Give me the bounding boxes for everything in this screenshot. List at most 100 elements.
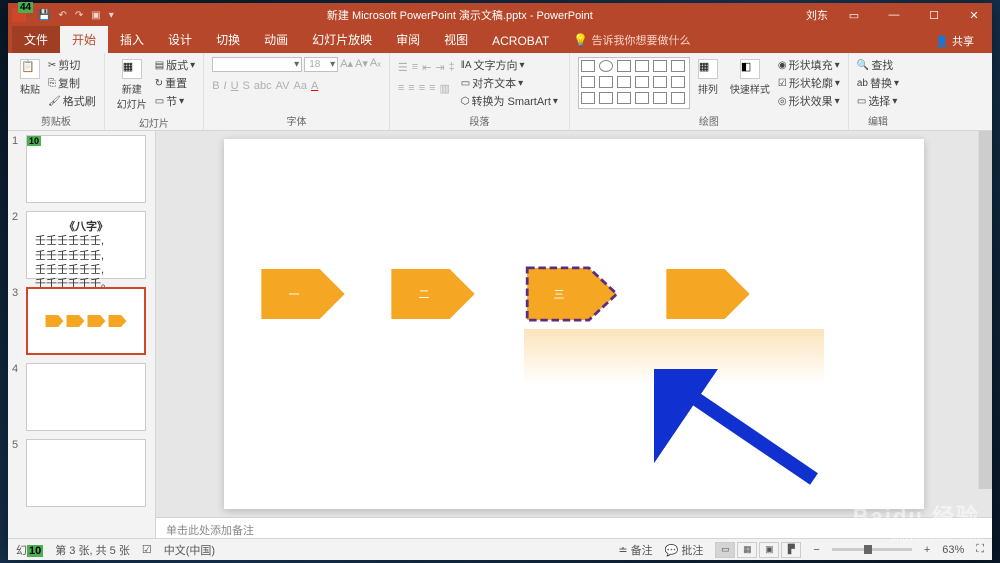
tab-acrobat[interactable]: ACROBAT (480, 29, 561, 53)
group-label: 段落 (398, 113, 561, 128)
slideshow-view-button[interactable]: ▛ (781, 542, 801, 558)
reset-button[interactable]: ↻ 重置 (155, 75, 195, 91)
undo-icon[interactable]: ↶ (58, 10, 66, 21)
zoom-in-button[interactable]: + (924, 544, 930, 556)
share-button[interactable]: 👤 共享 (927, 29, 982, 53)
underline-button[interactable]: U (231, 80, 239, 92)
comments-toggle[interactable]: 💬 批注 (665, 542, 704, 558)
zoom-slider[interactable] (832, 548, 912, 551)
tab-home[interactable]: 开始 (60, 26, 108, 53)
line-spacing-icon[interactable]: ‡ (449, 61, 455, 74)
slides-panel[interactable]: 1 10 2 《八字》 壬壬壬壬壬壬, 壬壬壬壬壬壬, 壬壬壬壬壬壬, 壬壬壬壬… (8, 131, 156, 538)
tab-transitions[interactable]: 切换 (204, 26, 252, 53)
shape-outline-button[interactable]: ☑ 形状轮廓 ▾ (778, 75, 840, 91)
layout-button[interactable]: ▤ 版式 ▾ (155, 57, 195, 73)
format-painter-button[interactable]: 🖌 格式刷 (48, 93, 96, 109)
spacing-button[interactable]: AV (276, 80, 290, 92)
slide-thumbnail-4[interactable] (26, 363, 146, 431)
shape-arrow-2[interactable] (389, 269, 477, 319)
font-size-combo[interactable]: 18 (304, 57, 338, 72)
arrange-button[interactable]: ▦排列 (694, 57, 722, 98)
redo-icon[interactable]: ↷ (75, 10, 83, 21)
align-right-icon[interactable]: ≡ (419, 82, 425, 95)
italic-button[interactable]: I (224, 80, 227, 92)
zoom-level[interactable]: 63% (942, 544, 964, 556)
zoom-out-button[interactable]: − (813, 544, 819, 556)
view-buttons: ▭ ▦ ▣ ▛ (715, 542, 801, 558)
user-name[interactable]: 刘东 (806, 7, 828, 23)
shapes-gallery[interactable] (578, 57, 690, 109)
normal-view-button[interactable]: ▭ (715, 542, 735, 558)
slide-canvas[interactable]: 一 二 三 (224, 139, 924, 509)
find-button[interactable]: 🔍 查找 (857, 57, 899, 73)
fit-window-button[interactable]: ⛶ (976, 543, 984, 556)
ribbon-options-icon[interactable]: ▭ (840, 5, 868, 25)
save-icon[interactable]: 💾 (38, 10, 50, 21)
tab-review[interactable]: 审阅 (384, 26, 432, 53)
section-button[interactable]: ▭ 节 ▾ (155, 93, 195, 109)
shape-arrow-1[interactable] (259, 269, 347, 319)
tab-design[interactable]: 设计 (156, 26, 204, 53)
thumb-number: 4 (12, 363, 22, 431)
copy-button[interactable]: ⎘ 复制 (48, 75, 96, 91)
notes-toggle[interactable]: ≐ 备注 (618, 542, 652, 558)
reading-view-button[interactable]: ▣ (759, 542, 779, 558)
slide-indicator-label: 幻10 (16, 542, 43, 558)
tell-me-search[interactable]: 💡 告诉我你想要做什么 (561, 27, 702, 53)
bold-button[interactable]: B (212, 80, 219, 92)
replace-button[interactable]: ab 替换 ▾ (857, 75, 899, 91)
quick-styles-button[interactable]: ◧快速样式 (726, 57, 774, 98)
tab-slideshow[interactable]: 幻灯片放映 (300, 26, 384, 53)
tab-view[interactable]: 视图 (432, 26, 480, 53)
language-indicator[interactable]: 中文(中国) (164, 542, 215, 558)
align-text-button[interactable]: ▭ 对齐文本 ▾ (461, 75, 558, 91)
minimize-button[interactable]: — (880, 5, 908, 25)
shape-arrow-4[interactable] (664, 269, 752, 319)
maximize-button[interactable]: ☐ (920, 5, 948, 25)
new-slide-button[interactable]: ▦ 新建 幻灯片 (113, 57, 151, 113)
shape-effects-button[interactable]: ◎ 形状效果 ▾ (778, 93, 840, 109)
spellcheck-icon[interactable]: ☑ (142, 543, 152, 556)
shrink-font-icon[interactable]: A▾ (355, 57, 368, 72)
group-font: 18 A▴ A▾ Aₓ B I U S abc AV Aa A 字体 (204, 53, 390, 130)
shape-fill-button[interactable]: ◉ 形状填充 ▾ (778, 57, 840, 73)
group-editing: 🔍 查找 ab 替换 ▾ ▭ 选择 ▾ 编辑 (849, 53, 907, 130)
text-direction-button[interactable]: ‖A 文字方向 ▾ (461, 57, 558, 73)
justify-icon[interactable]: ≡ (429, 82, 435, 95)
clear-format-icon[interactable]: Aₓ (370, 57, 381, 72)
select-button[interactable]: ▭ 选择 ▾ (857, 93, 899, 109)
vertical-scrollbar[interactable] (978, 131, 992, 489)
ribbon-tabs: 文件 开始 插入 设计 切换 动画 幻灯片放映 审阅 视图 ACROBAT 💡 … (8, 27, 992, 53)
indent-icon[interactable]: ⇥ (435, 61, 444, 74)
font-family-combo[interactable] (212, 57, 302, 72)
case-button[interactable]: Aa (294, 80, 307, 92)
smartart-button[interactable]: ⬡ 转换为 SmartArt ▾ (461, 93, 558, 109)
slide-thumbnail-1[interactable]: 10 (26, 135, 146, 203)
start-icon[interactable]: ▣ (91, 10, 100, 21)
sorter-view-button[interactable]: ▦ (737, 542, 757, 558)
align-center-icon[interactable]: ≡ (408, 82, 414, 95)
slide-thumbnail-5[interactable] (26, 439, 146, 507)
font-color-button[interactable]: A (311, 80, 318, 92)
close-button[interactable]: ✕ (960, 5, 988, 25)
numbering-icon[interactable]: ≡ (412, 61, 418, 74)
grow-font-icon[interactable]: A▴ (340, 57, 353, 72)
group-label: 幻灯片 (113, 115, 195, 130)
strike-button[interactable]: S (243, 80, 250, 92)
columns-icon[interactable]: ▥ (440, 82, 450, 95)
paste-icon: 📋 (20, 59, 40, 79)
paste-button[interactable]: 📋 粘贴 (16, 57, 44, 98)
group-label: 字体 (212, 113, 381, 128)
cut-button[interactable]: ✂ 剪切 (48, 57, 96, 73)
slide-thumbnail-2[interactable]: 《八字》 壬壬壬壬壬壬, 壬壬壬壬壬壬, 壬壬壬壬壬壬, 壬壬壬壬壬壬。 (26, 211, 146, 279)
shadow-button[interactable]: abc (254, 80, 272, 92)
tab-insert[interactable]: 插入 (108, 26, 156, 53)
slide-thumbnail-3[interactable] (26, 287, 146, 355)
tab-file[interactable]: 文件 (12, 26, 60, 53)
slide-counter[interactable]: 第 3 张, 共 5 张 (55, 542, 130, 558)
shape-arrow-3-selected[interactable] (524, 266, 620, 322)
bullets-icon[interactable]: ☰ (398, 61, 408, 74)
tab-animations[interactable]: 动画 (252, 26, 300, 53)
outdent-icon[interactable]: ⇤ (422, 61, 431, 74)
align-left-icon[interactable]: ≡ (398, 82, 404, 95)
